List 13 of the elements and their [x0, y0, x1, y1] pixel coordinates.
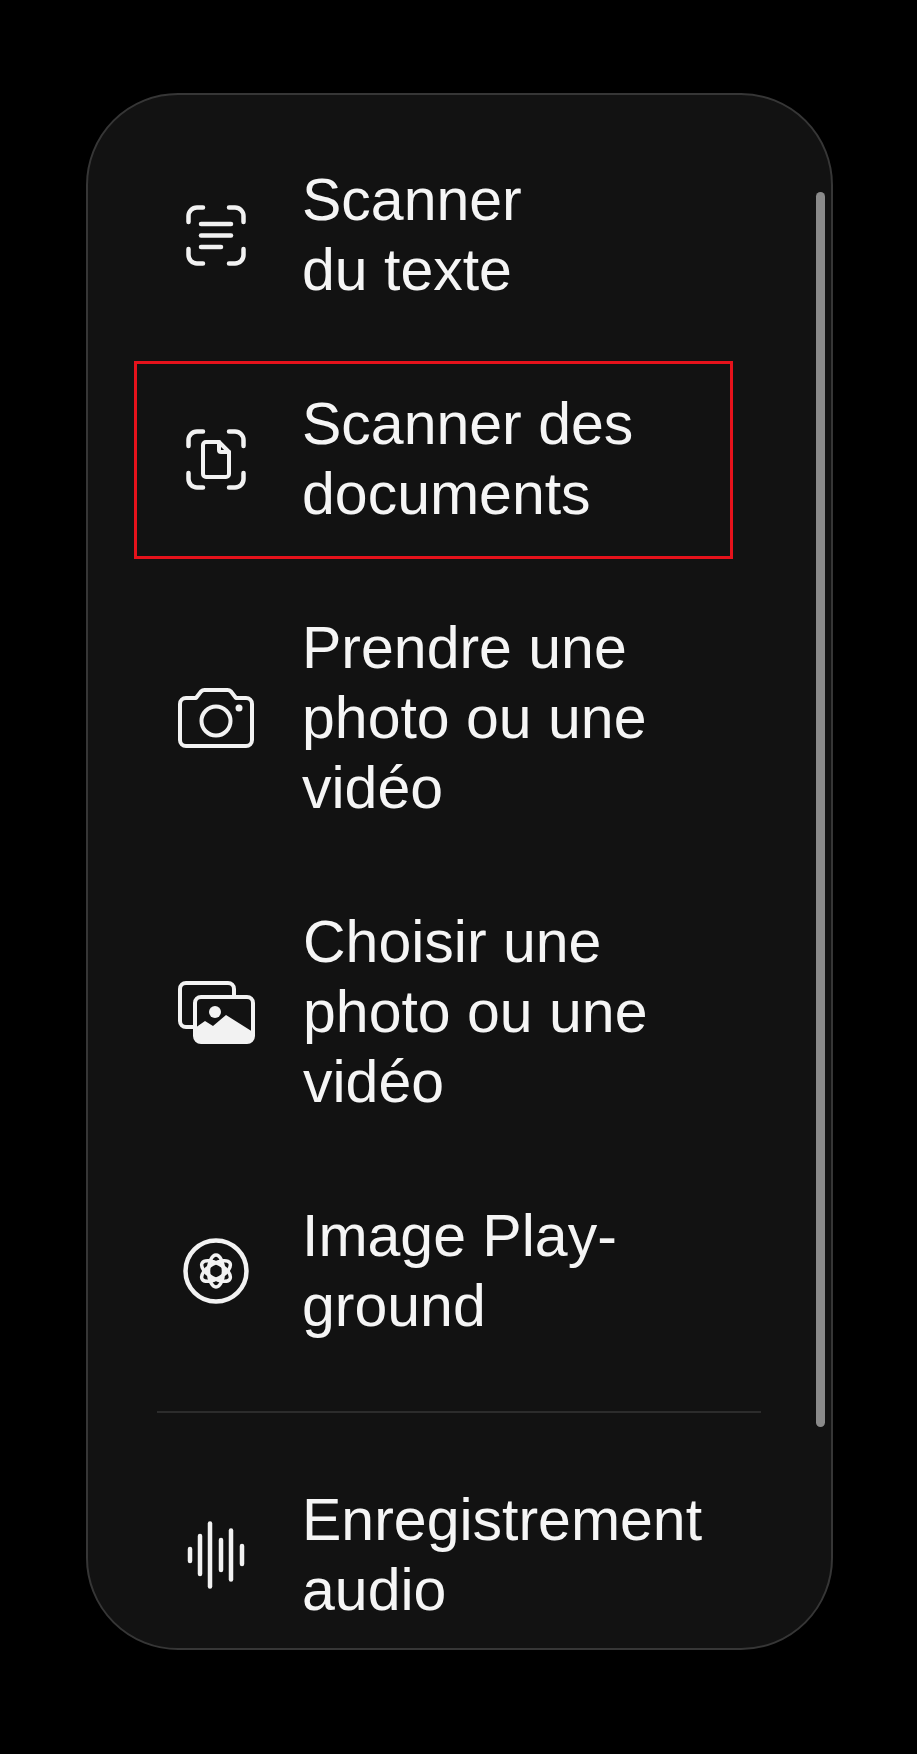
menu-item[interactable]: Scanner du texte — [88, 123, 831, 347]
image-stack-icon — [178, 980, 255, 1044]
document-scan-icon — [186, 428, 246, 490]
scrollbar-thumb[interactable] — [816, 192, 825, 1427]
menu-item[interactable]: Prendre une photo ou une vidéo — [88, 571, 831, 865]
menu-item[interactable]: Enregistrement audio — [88, 1443, 831, 1648]
menu-item[interactable]: Scanner des documents — [88, 347, 831, 571]
menu-item[interactable]: Choisir une photo ou une vidéo — [88, 865, 831, 1159]
scan-text-icon — [186, 204, 246, 266]
menu-item[interactable]: Image Play- ground — [88, 1159, 831, 1383]
loops-circle-icon — [183, 1238, 249, 1304]
camera-icon — [178, 688, 254, 748]
waveform-icon — [187, 1521, 245, 1589]
